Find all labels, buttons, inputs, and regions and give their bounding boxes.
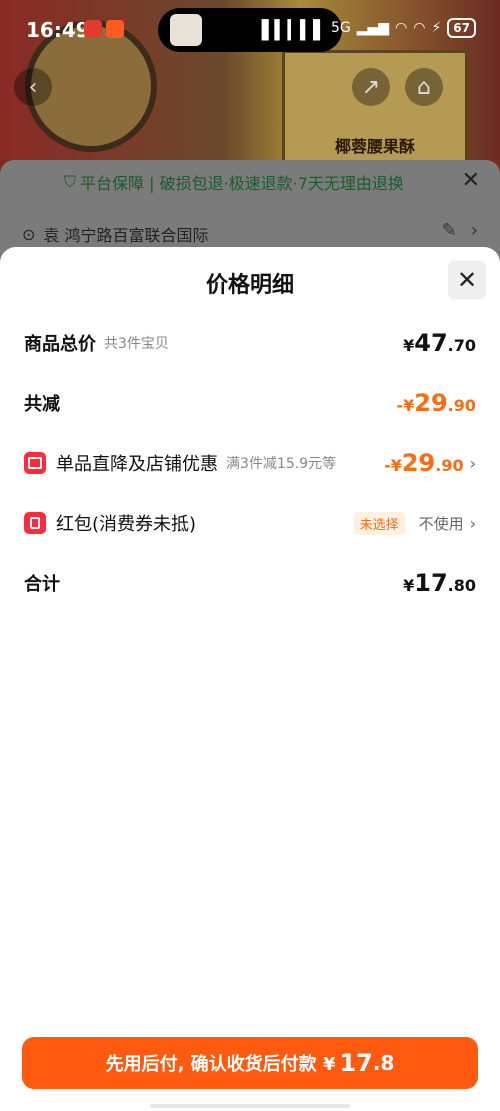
row-total-discount: 共减 -¥ 29 .90 — [24, 383, 476, 423]
row-label: 红包(消费券未抵) — [56, 514, 197, 535]
address-text: 袁 鸿宁路百富联合国际 — [43, 226, 209, 245]
cta-amount-decimal: .8 — [372, 1051, 395, 1075]
platform-guarantee: ⛉ 平台保障 | 破损包退·极速退款·7天无理由退换 — [64, 170, 404, 194]
chevron-right-icon: › — [469, 513, 476, 533]
signal-icon: ▂▄▆ — [356, 20, 390, 36]
goods-total-price: ¥ 47 .70 — [403, 329, 476, 357]
status-notification-icons — [84, 20, 124, 38]
price-decimal: .90 — [447, 396, 476, 415]
currency-symbol: ¥ — [403, 576, 415, 595]
price-decimal: .70 — [447, 336, 476, 355]
currency-symbol: -¥ — [384, 456, 402, 475]
share-icon: ↗ — [352, 68, 390, 106]
network-type: 5G — [330, 20, 351, 36]
row-label: 共减 — [24, 394, 60, 415]
confirm-pay-later-button[interactable]: 先用后付, 确认收货后付款 ¥ 17 .8 — [22, 1037, 478, 1089]
row-right: -¥ 29 .90 › — [384, 449, 476, 477]
cart-icon: ⌂ — [405, 68, 443, 106]
row-right: 未选择 不使用 › — [353, 511, 476, 535]
edit-icon: ✎ — [441, 220, 457, 241]
address-actions: ✎ › — [442, 220, 478, 241]
row-label: 合计 — [24, 574, 60, 595]
cta-amount-integer: 17 — [339, 1049, 373, 1077]
price-decimal: .80 — [447, 576, 476, 595]
shield-icon: ⛉ — [64, 172, 77, 191]
row-label: 单品直降及店铺优惠 — [56, 454, 218, 475]
notification-app-icon — [84, 20, 102, 38]
product-box-title: 椰蓉腰果酥 — [334, 137, 415, 156]
home-indicator[interactable] — [150, 1104, 350, 1108]
row-label: 商品总价 — [24, 334, 96, 355]
row-subtotal: 合计 ¥ 17 .80 — [24, 563, 476, 603]
currency-symbol: ¥ — [403, 336, 415, 355]
chevron-right-icon: › — [470, 220, 478, 241]
close-icon: ✕ — [456, 266, 478, 294]
row-goods-total: 商品总价 共3件宝贝 ¥ 47 .70 — [24, 323, 476, 363]
price-decimal: .90 — [435, 456, 464, 475]
delivery-address: ⊙ 袁 鸿宁路百富联合国际 — [22, 222, 209, 246]
product-box-image: 椰蓉腰果酥 — [282, 50, 468, 166]
row-sub: 满3件减15.9元等 — [226, 456, 337, 472]
wifi-icon-2: ◠ — [413, 20, 426, 36]
audio-wave-icon: ▌▍▎▍▌ — [261, 20, 327, 41]
price-integer: 47 — [414, 329, 448, 357]
shop-discount-price: -¥ 29 .90 — [384, 449, 464, 477]
not-selected-badge: 未选择 — [353, 511, 405, 535]
location-icon: ⊙ — [22, 224, 36, 244]
row-right: -¥ 29 .90 — [396, 389, 476, 417]
battery-icon: 67 — [447, 18, 476, 38]
status-bar: 16:49 ▌▍▎▍▌ 5G ▂▄▆ ◠ ◠ ⚡ 67 — [0, 0, 500, 56]
row-right: ¥ 17 .80 — [403, 569, 476, 597]
price-detail-sheet: 价格明细 ✕ 商品总价 共3件宝贝 ¥ 47 .70 共减 -¥ 29 .90 … — [0, 247, 500, 1111]
status-time: 16:49 — [26, 18, 90, 42]
not-use-text: 不使用 — [418, 514, 464, 533]
currency-symbol: -¥ — [396, 396, 415, 415]
close-button[interactable]: ✕ — [448, 261, 486, 299]
row-red-packet[interactable]: 红包(消费券未抵) 未选择 不使用 › — [24, 503, 476, 543]
row-sub: 共3件宝贝 — [104, 336, 169, 352]
charging-icon: ⚡ — [431, 20, 442, 36]
subtotal-price: ¥ 17 .80 — [403, 569, 476, 597]
total-discount-price: -¥ 29 .90 — [396, 389, 476, 417]
price-integer: 17 — [414, 569, 448, 597]
dynamic-island[interactable]: ▌▍▎▍▌ — [158, 8, 342, 52]
row-shop-discount[interactable]: 单品直降及店铺优惠 满3件减15.9元等 -¥ 29 .90 › — [24, 443, 476, 483]
red-packet-icon — [24, 512, 46, 534]
sheet-title: 价格明细 — [205, 273, 294, 298]
back-icon: ‹ — [14, 68, 52, 106]
price-integer: 29 — [401, 449, 436, 477]
notification-app-icon — [106, 20, 124, 38]
media-thumbnail — [170, 14, 202, 46]
cta-label: 先用后付, 确认收货后付款 ¥ — [105, 1054, 336, 1075]
system-icons: 5G ▂▄▆ ◠ ◠ ⚡ 67 — [331, 18, 476, 38]
background-close-icon: ✕ — [461, 168, 480, 193]
wifi-icon: ◠ — [395, 20, 408, 36]
discount-icon — [24, 452, 46, 474]
row-right: ¥ 47 .70 — [403, 329, 476, 357]
price-integer: 29 — [414, 389, 448, 417]
guarantee-text: 平台保障 | 破损包退·极速退款·7天无理由退换 — [80, 174, 404, 193]
chevron-right-icon: › — [469, 453, 476, 473]
